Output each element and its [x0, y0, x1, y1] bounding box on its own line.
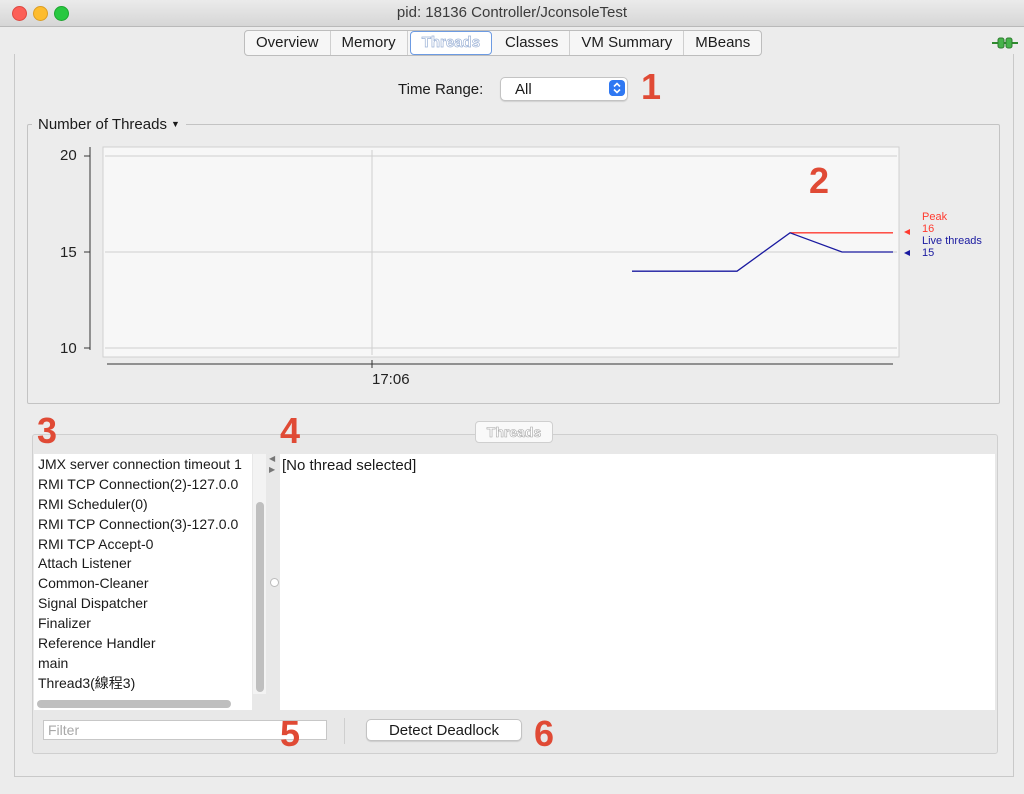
annotation-4: 4 [280, 410, 301, 451]
thread-detail-text: [No thread selected] [282, 457, 417, 474]
thread-list-vertical-scroll-thumb[interactable] [256, 502, 264, 692]
live-threads-marker [904, 250, 910, 256]
y-tick-label: 15 [60, 244, 77, 261]
threads-section-button[interactable]: Threads [475, 421, 553, 443]
expand-right-icon[interactable]: ▶ [269, 465, 275, 474]
thread-list-item[interactable]: Finalizer [34, 613, 252, 633]
thread-list-item[interactable]: JMX server connection timeout 1 [34, 454, 252, 474]
thread-list-item[interactable]: RMI TCP Accept-0 [34, 534, 252, 554]
thread-detail-pane: [No thread selected] [280, 454, 995, 710]
y-tick-label: 20 [60, 147, 77, 164]
annotation-3: 3 [37, 410, 58, 451]
legend-peak-value: 16 [922, 223, 934, 235]
annotation-2: 2 [809, 160, 830, 201]
thread-list-item[interactable]: RMI TCP Connection(3)-127.0.0 [34, 514, 252, 534]
thread-list-item[interactable]: Thread3(線程3) [34, 673, 252, 693]
thread-list-horizontal-scroll-thumb[interactable] [37, 700, 231, 708]
y-tick-label: 10 [60, 340, 77, 357]
thread-list-item[interactable]: Reference Handler [34, 633, 252, 653]
thread-list-item[interactable]: RMI Scheduler(0) [34, 494, 252, 514]
legend-live-value: 15 [922, 247, 934, 259]
detect-deadlock-button[interactable]: Detect Deadlock [366, 719, 522, 741]
annotation-5: 5 [280, 713, 301, 754]
thread-list-item[interactable]: main [34, 653, 252, 673]
thread-list-item[interactable]: Signal Dispatcher [34, 593, 252, 613]
x-tick-label: 17:06 [372, 371, 410, 388]
collapse-left-icon[interactable]: ◀ [269, 454, 275, 463]
thread-list-item[interactable]: Common-Cleaner [34, 573, 252, 593]
thread-list-item[interactable]: Attach Listener [34, 553, 252, 573]
thread-list[interactable]: JMX server connection timeout 1 RMI TCP … [34, 454, 252, 710]
thread-list-item[interactable]: RMI TCP Connection(2)-127.0.0 [34, 474, 252, 494]
toolbar-separator [344, 718, 345, 744]
peak-marker [904, 229, 910, 235]
legend-peak-label: Peak [922, 211, 948, 223]
thread-count-chart: 20 15 10 17:06 Peak 16 Live threads 15 [60, 146, 982, 388]
splitter-handle[interactable] [270, 578, 279, 587]
legend-live-label: Live threads [922, 235, 982, 247]
annotation-6: 6 [534, 713, 555, 754]
